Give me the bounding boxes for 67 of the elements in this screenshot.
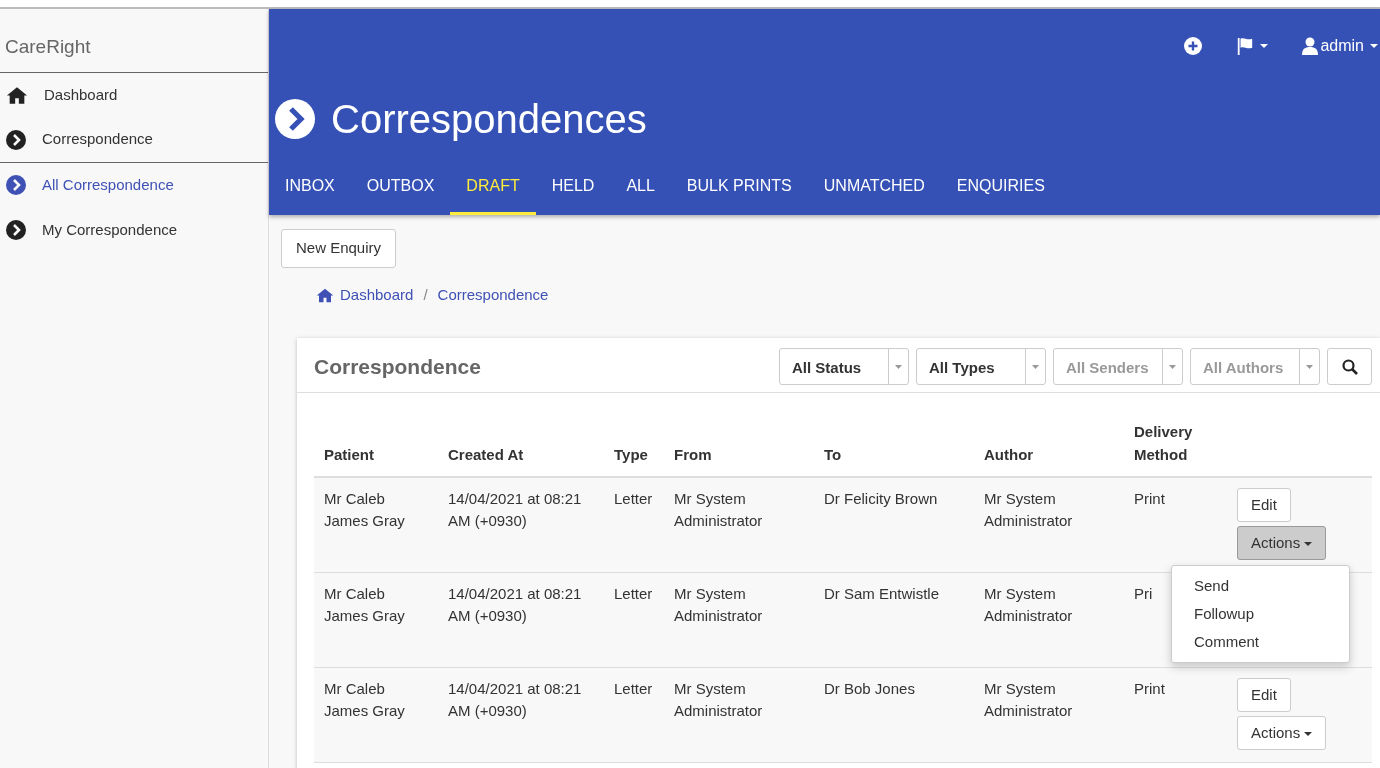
chevron-circle-icon <box>6 220 26 240</box>
tab[interactable]: UNMATCHED <box>807 164 941 215</box>
sidebar-item[interactable]: Dashboard <box>0 72 268 118</box>
sidebar-item[interactable]: My Correspondence <box>0 207 268 253</box>
table-cell: Dr Felicity Brown <box>814 477 974 573</box>
table-cell: Letter <box>604 572 664 668</box>
panel-title: Correspondence <box>314 353 482 380</box>
tab[interactable]: BULK PRINTS <box>670 164 808 215</box>
table-cell: Mr System Administrator <box>664 477 814 573</box>
actions-button[interactable]: Actions <box>1237 716 1327 750</box>
chevron-circle-icon <box>6 175 26 195</box>
breadcrumb-separator: / <box>423 284 428 305</box>
caret-icon <box>1304 732 1313 737</box>
table-cell: 14/04/2021 at 08:21 AM (+0930) <box>438 667 604 763</box>
table-cell: Letter <box>604 667 664 763</box>
tab[interactable]: ALL <box>610 164 671 215</box>
table-cell: Mr System Administrator <box>664 667 814 763</box>
actions-button[interactable]: Actions <box>1237 526 1327 560</box>
table-cell: Dr Sam Entwistle <box>814 572 974 668</box>
sidebar-item[interactable]: All Correspondence <box>0 162 268 208</box>
flag-menu-button[interactable] <box>1236 36 1269 55</box>
search-button[interactable] <box>1327 348 1372 385</box>
home-icon <box>316 286 334 303</box>
user-menu-button[interactable]: admin <box>1302 33 1378 58</box>
caret-icon <box>1169 364 1176 369</box>
edit-button[interactable]: Edit <box>1237 488 1291 522</box>
table-cell: Mr System Administrator <box>974 477 1124 573</box>
add-button[interactable] <box>1184 36 1203 55</box>
table-cell: 14/04/2021 at 08:21 AM (+0930) <box>438 477 604 573</box>
caret-icon <box>1260 43 1269 48</box>
home-icon <box>6 85 28 105</box>
caret-icon <box>895 364 902 369</box>
tab[interactable]: HELD <box>535 164 611 215</box>
table-cell: Mr System Administrator <box>974 667 1124 763</box>
caret-icon <box>1370 43 1378 48</box>
breadcrumb-link[interactable]: Correspondence <box>437 283 549 306</box>
breadcrumb-link[interactable]: Dashboard <box>340 283 414 306</box>
tab[interactable]: ENQUIRIES <box>940 164 1061 215</box>
sidebar-item[interactable]: Correspondence <box>0 117 268 163</box>
page-title: Correspondences <box>331 96 647 143</box>
tab[interactable]: OUTBOX <box>350 164 451 215</box>
chevron-circle-icon <box>6 129 26 150</box>
filter-dropdown[interactable]: All Status <box>779 348 909 385</box>
flag-icon <box>1236 36 1255 55</box>
table-cell: Print <box>1124 477 1227 573</box>
table-cell: Mr Caleb James Gray <box>314 667 438 763</box>
chevron-circle-icon <box>275 99 315 139</box>
table-cell: 14/04/2021 at 08:21 AM (+0930) <box>438 572 604 668</box>
table-cell: Letter <box>604 477 664 573</box>
caret-icon <box>1306 364 1313 369</box>
tab[interactable]: DRAFT <box>450 164 536 215</box>
new-enquiry-button[interactable]: New Enquiry <box>281 229 397 268</box>
table-cell: Dr Bob Jones <box>814 667 974 763</box>
edit-button[interactable]: Edit <box>1237 678 1291 712</box>
user-icon <box>1302 36 1319 55</box>
filter-dropdown[interactable]: All Types <box>916 348 1046 385</box>
brand-name: CareRight <box>0 9 268 73</box>
tab[interactable]: INBOX <box>269 164 351 215</box>
caret-icon <box>1304 542 1313 547</box>
table-cell: Mr Caleb James Gray <box>314 572 438 668</box>
table-cell: Print <box>1124 667 1227 763</box>
caret-icon <box>1032 364 1039 369</box>
table-cell: Mr System Administrator <box>974 572 1124 668</box>
plus-circle-icon <box>1184 36 1203 55</box>
table-cell: Mr Caleb James Gray <box>314 477 438 573</box>
search-icon <box>1341 358 1358 375</box>
table-cell: Mr System Administrator <box>664 572 814 668</box>
